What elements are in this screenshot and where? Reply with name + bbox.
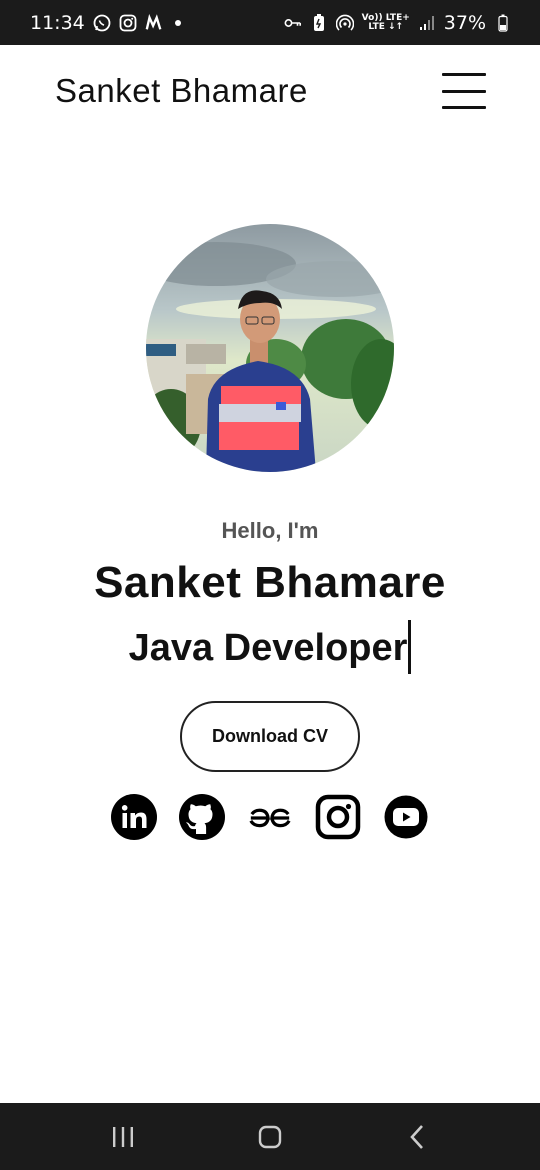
download-cv-button[interactable]: Download CV [180, 701, 360, 772]
instagram-icon [119, 14, 137, 32]
m-app-icon [145, 13, 163, 32]
whatsapp-icon [93, 14, 111, 32]
signal-icon [418, 14, 436, 32]
network-label-bottom: LTE ↓↑ [368, 21, 404, 32]
recent-apps-icon[interactable] [103, 1117, 143, 1157]
system-nav-bar [0, 1103, 540, 1170]
status-time: 11:34 [30, 11, 85, 34]
hamburger-menu-icon[interactable] [442, 73, 486, 109]
instagram-icon[interactable] [315, 794, 361, 840]
site-title[interactable]: Sanket Bhamare [55, 72, 308, 110]
status-left: 11:34 [30, 12, 181, 34]
profile-photo [146, 224, 394, 472]
app-header: Sanket Bhamare [0, 45, 540, 137]
menu-bar-middle [442, 89, 486, 93]
hotspot-icon [335, 14, 354, 32]
menu-bar-bottom [442, 106, 486, 109]
battery-icon [494, 14, 512, 32]
greeting-text: Hello, I'm [221, 518, 319, 543]
geeksforgeeks-icon[interactable] [247, 794, 293, 840]
typing-cursor [408, 620, 412, 674]
battery-percent: 37% [443, 11, 486, 34]
social-links [0, 794, 540, 840]
back-icon[interactable] [397, 1117, 437, 1157]
hero-role-line: Java Developer [0, 620, 540, 677]
home-icon[interactable] [250, 1117, 290, 1157]
hero-role: Java Developer [128, 627, 408, 670]
youtube-icon[interactable] [383, 794, 429, 840]
hero-name: Sanket Bhamare [94, 558, 446, 607]
more-notifications-dot [174, 19, 181, 26]
github-icon[interactable] [179, 794, 225, 840]
battery-saver-icon [310, 13, 328, 32]
status-right: Vo)) LTE+ LTE ↓↑ 37% [284, 12, 512, 34]
vpn-key-icon [284, 14, 302, 32]
menu-bar-top [442, 73, 486, 76]
linkedin-icon[interactable] [111, 794, 157, 840]
status-bar: 11:34 Vo)) LTE+ LTE ↓↑ 37% [0, 0, 540, 45]
network-type: Vo)) LTE+ LTE ↓↑ [362, 13, 410, 32]
